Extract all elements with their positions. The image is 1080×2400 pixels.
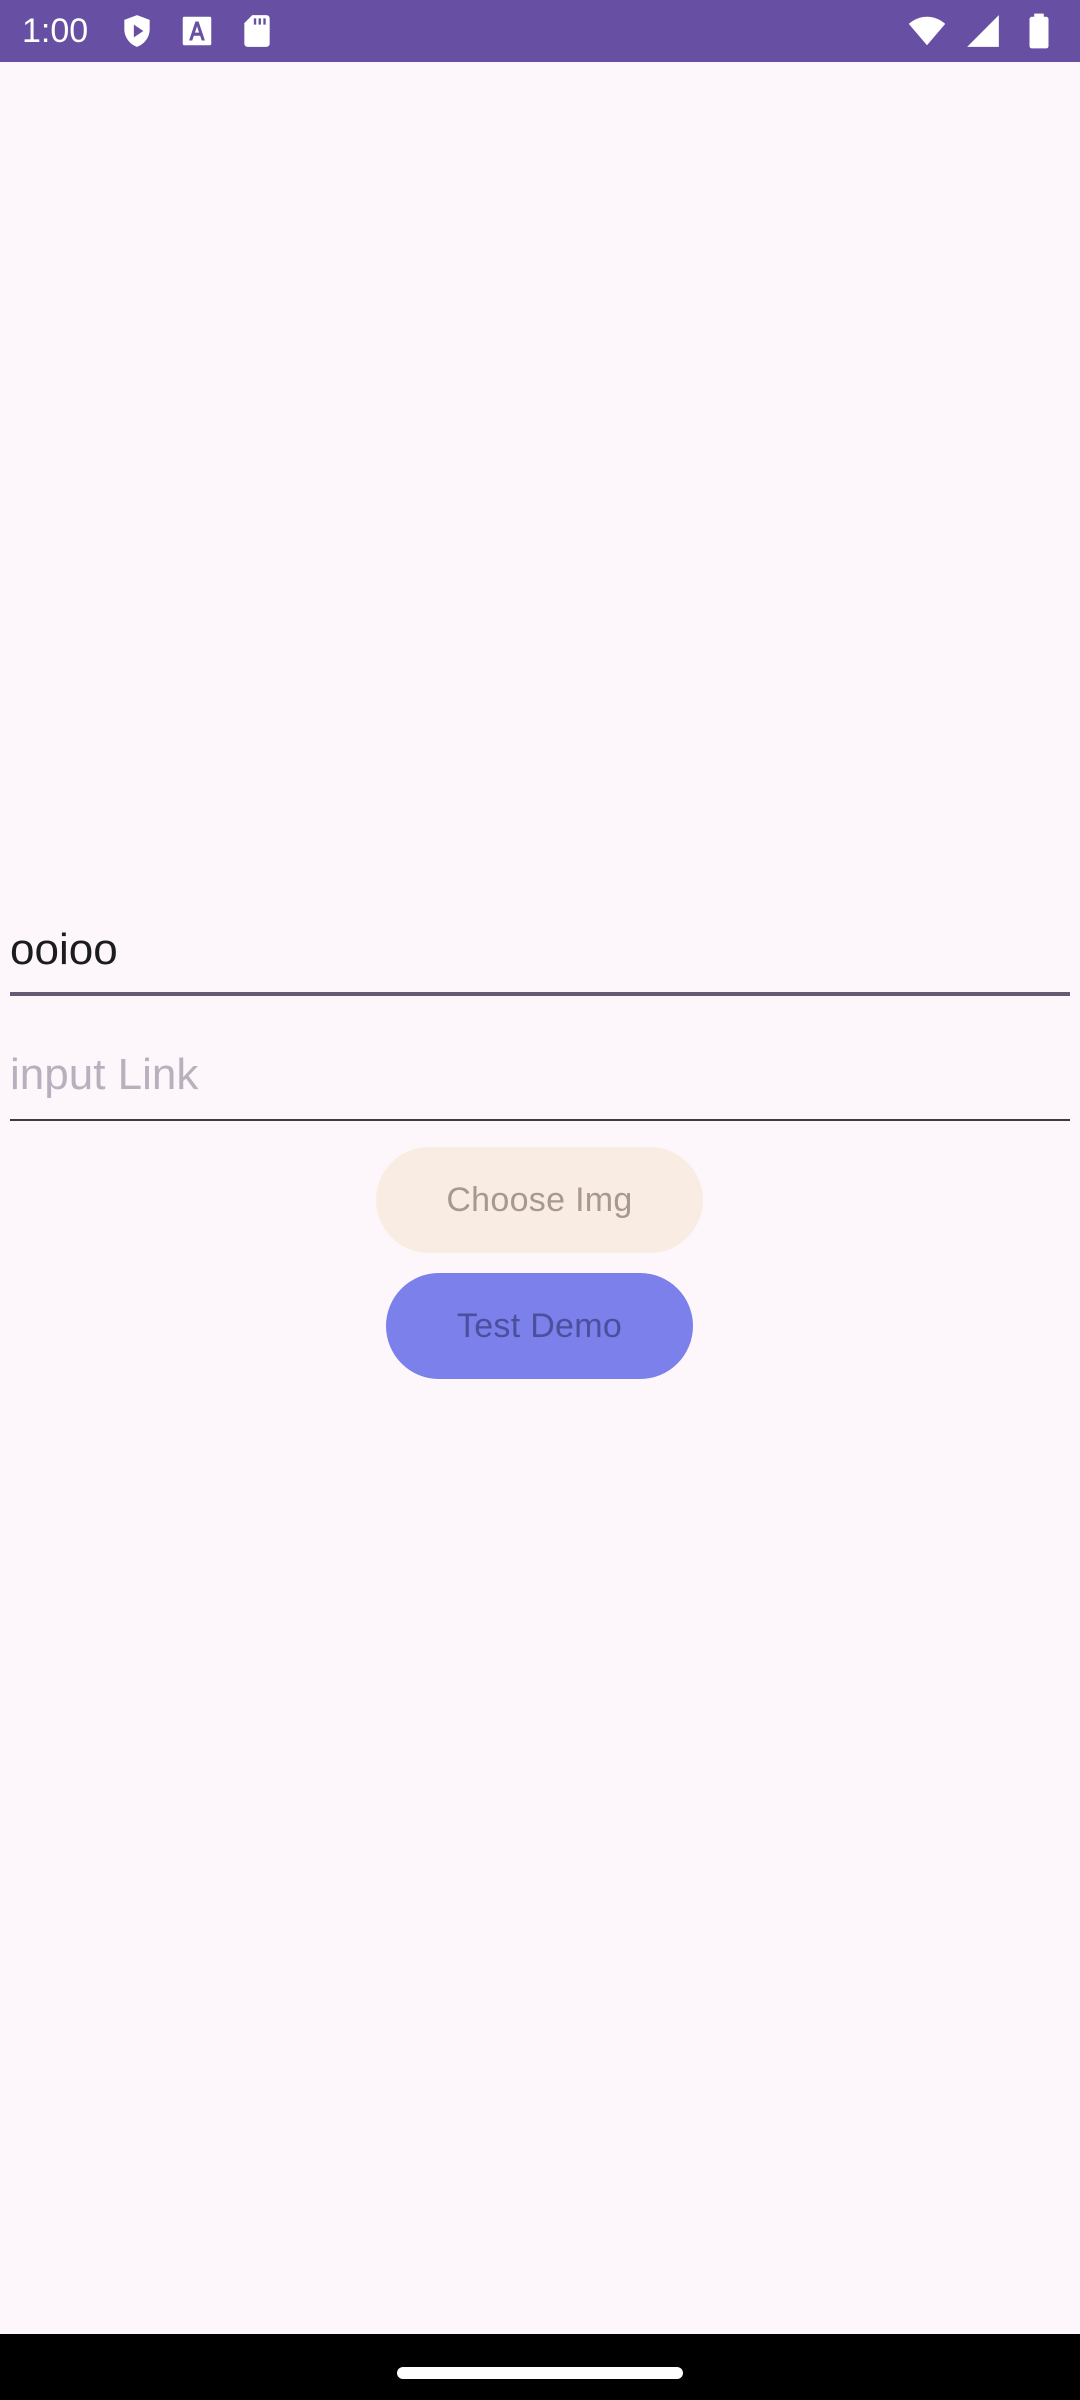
name-input[interactable]: ooioo <box>10 920 1070 996</box>
sd-card-icon <box>238 12 276 50</box>
shield-play-icon <box>118 12 156 50</box>
navigation-bar <box>0 2334 1080 2400</box>
wifi-icon <box>908 12 946 50</box>
status-right-icons <box>908 12 1058 50</box>
test-demo-button[interactable]: Test Demo <box>386 1273 693 1379</box>
status-left-icons <box>118 12 276 50</box>
cell-signal-icon <box>964 12 1002 50</box>
name-input-value: ooioo <box>10 925 118 974</box>
choose-img-button[interactable]: Choose Img <box>376 1147 703 1253</box>
status-bar: 1:00 <box>0 0 1080 62</box>
link-input[interactable]: input Link <box>10 1045 1070 1121</box>
font-a-icon <box>178 12 216 50</box>
test-demo-label: Test Demo <box>456 1306 623 1345</box>
choose-img-label: Choose Img <box>446 1180 633 1219</box>
link-input-placeholder: input Link <box>10 1050 199 1099</box>
home-gesture-handle[interactable] <box>397 2367 683 2379</box>
battery-icon <box>1020 12 1058 50</box>
app-content: ooioo input Link Choose Img Test Demo <box>0 62 1080 2334</box>
status-time: 1:00 <box>22 12 89 50</box>
